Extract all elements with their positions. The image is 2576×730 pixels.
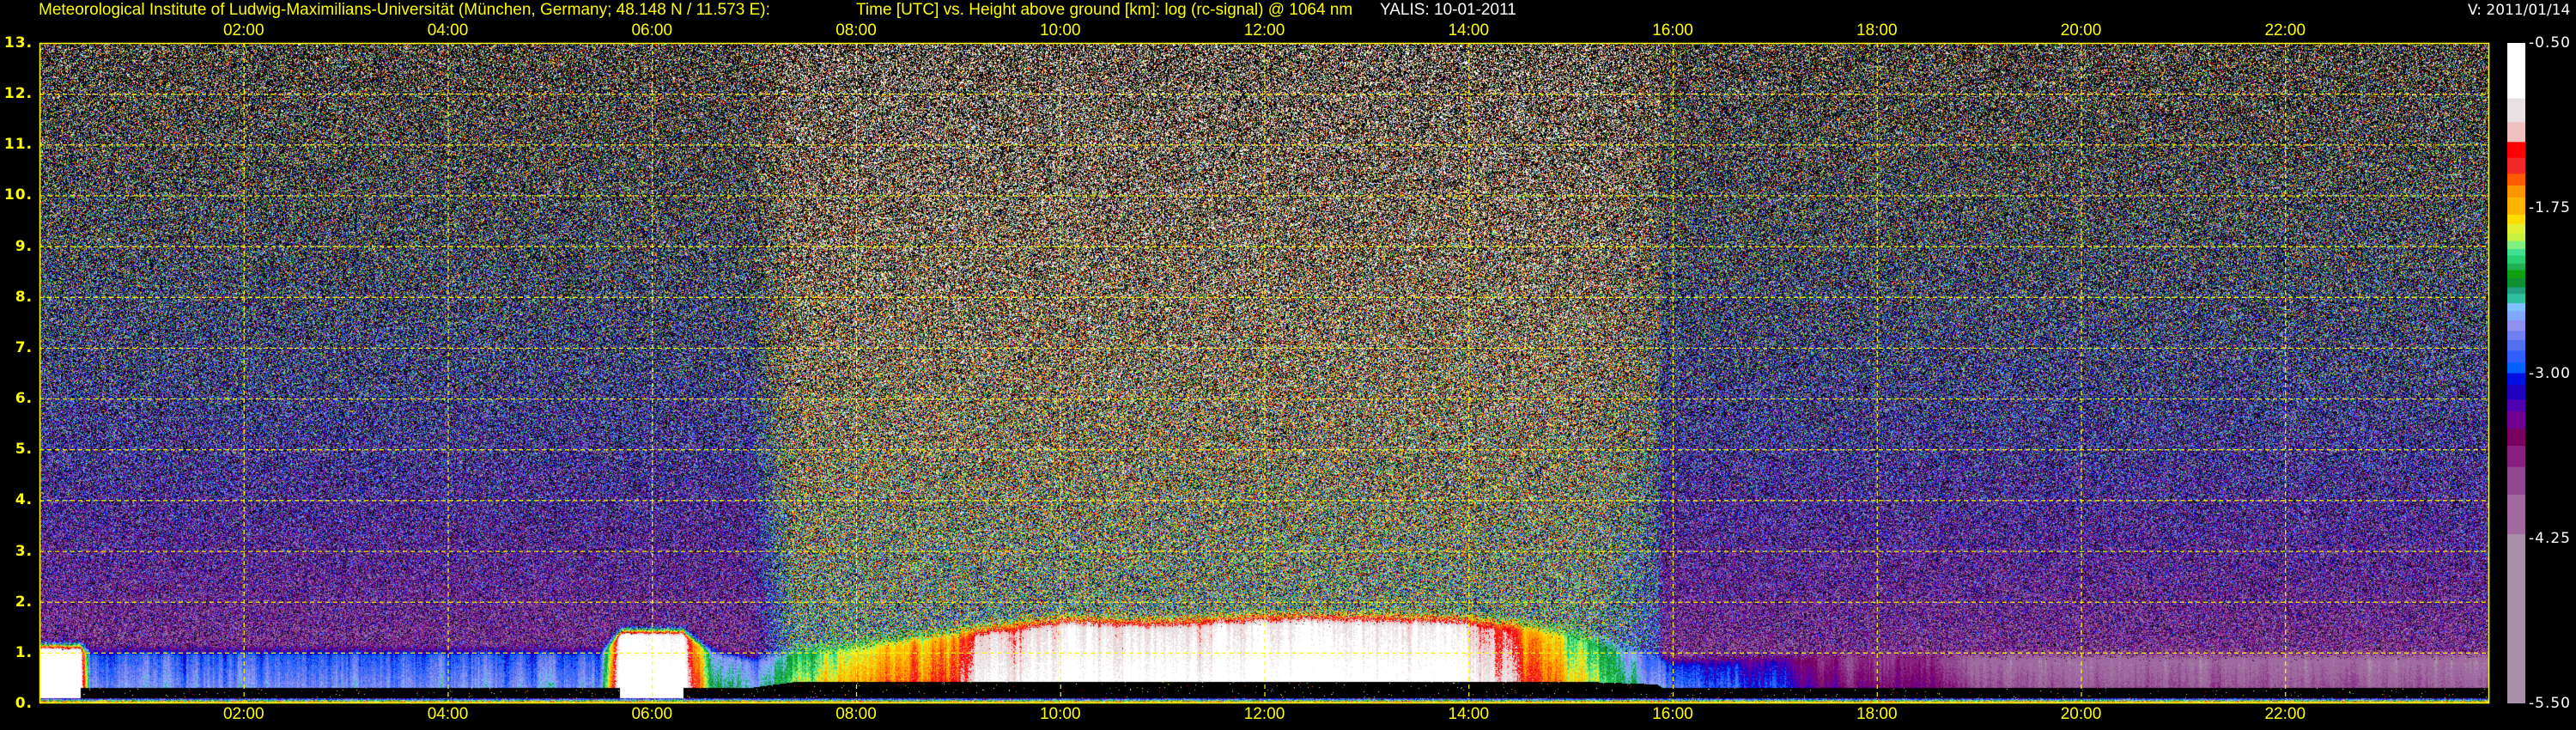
y-tick-label: 4. [15, 491, 33, 509]
colorbar-segment [2507, 294, 2525, 304]
y-tick-label: 0. [15, 695, 33, 712]
colorbar-segment [2507, 233, 2525, 242]
x-tick-label-bottom: 14:00 [1448, 705, 1490, 723]
colorbar-segment [2507, 122, 2525, 143]
colorbar-segment [2507, 429, 2525, 447]
colorbar-segment [2507, 340, 2525, 351]
colorbar-segment [2507, 186, 2525, 198]
x-tick-label-bottom: 06:00 [631, 705, 673, 723]
colorbar-segment [2507, 173, 2525, 186]
colorbar-tick-label: -5.50 [2529, 695, 2571, 712]
colorbar-segment [2507, 277, 2525, 289]
y-tick-label: 9. [15, 237, 33, 255]
y-tick-label: 5. [15, 441, 33, 459]
plot-grid [39, 42, 2490, 704]
colorbar-segment [2507, 255, 2525, 265]
x-tick-label-bottom: 08:00 [835, 705, 877, 723]
x-tick-label-bottom: 22:00 [2264, 705, 2306, 723]
y-tick-label: 13. [3, 34, 33, 52]
colorbar-segment [2507, 411, 2525, 429]
x-tick-label-top: 18:00 [1856, 21, 1898, 40]
colorbar-segment [2507, 263, 2525, 271]
colorbar-tick-label: -1.75 [2529, 199, 2571, 217]
x-tick-label-bottom: 12:00 [1243, 705, 1285, 723]
institute-label: Meteorological Institute of Ludwig-Maxim… [39, 1, 770, 19]
lidar-heatmap [39, 42, 2490, 704]
colorbar-segment [2507, 43, 2525, 100]
colorbar-segment [2507, 270, 2525, 279]
colorbar-segment [2507, 362, 2525, 374]
colorbar-segment [2507, 157, 2525, 174]
colorbar-tick-label: -3.00 [2529, 364, 2571, 382]
colorbar-segment [2507, 534, 2525, 703]
x-tick-label-top: 02:00 [222, 21, 264, 40]
plot-border [39, 42, 2490, 704]
colorbar-segment [2507, 331, 2525, 341]
x-tick-label-top: 16:00 [1652, 21, 1693, 40]
x-tick-label-bottom: 02:00 [222, 705, 264, 723]
y-tick-label: 2. [15, 593, 33, 611]
x-tick-label-bottom: 16:00 [1652, 705, 1693, 723]
colorbar-segment [2507, 399, 2525, 412]
x-tick-label-top: 20:00 [2060, 21, 2102, 40]
y-tick-label: 8. [15, 288, 33, 306]
chart-title: Time [UTC] vs. Height above ground [km]:… [856, 1, 1353, 19]
colorbar-segment [2507, 311, 2525, 321]
colorbar-segment [2507, 142, 2525, 159]
colorbar-segment [2507, 240, 2525, 250]
colorbar-segment [2507, 302, 2525, 312]
x-tick-label-top: 06:00 [631, 21, 673, 40]
y-tick-label: 10. [3, 186, 33, 204]
x-tick-label-top: 12:00 [1243, 21, 1285, 40]
colorbar-segment [2507, 319, 2525, 332]
y-tick-label: 3. [15, 542, 33, 560]
colorbar-segment [2507, 287, 2525, 295]
colorbar-tick-label: -0.50 [2529, 34, 2571, 52]
x-tick-label-top: 04:00 [427, 21, 469, 40]
x-tick-label-bottom: 20:00 [2060, 705, 2102, 723]
y-tick-label: 12. [3, 85, 33, 103]
colorbar-segment [2507, 248, 2525, 257]
colorbar-segment [2507, 385, 2525, 400]
x-tick-label-top: 08:00 [835, 21, 877, 40]
colorbar-segment [2507, 223, 2525, 234]
colorbar-segment [2507, 98, 2525, 123]
y-tick-label: 6. [15, 390, 33, 408]
colorbar-segment [2507, 466, 2525, 496]
instrument-date-label: YALIS: 10-01-2011 [1380, 1, 1516, 19]
colorbar-segment [2507, 214, 2525, 225]
x-tick-label-top: 14:00 [1448, 21, 1490, 40]
version-label: V: 2011/01/14 [2468, 2, 2571, 19]
colorbar-segment [2507, 373, 2525, 386]
x-tick-label-top: 10:00 [1039, 21, 1081, 40]
x-tick-label-bottom: 04:00 [427, 705, 469, 723]
y-tick-label: 7. [15, 338, 33, 356]
x-tick-label-top: 22:00 [2264, 21, 2306, 40]
colorbar-tick-label: -4.25 [2529, 529, 2571, 547]
x-tick-label-bottom: 10:00 [1039, 705, 1081, 723]
colorbar-segment [2507, 446, 2525, 468]
y-tick-label: 11. [3, 136, 33, 154]
x-tick-label-bottom: 18:00 [1856, 705, 1898, 723]
y-tick-label: 1. [15, 643, 33, 661]
colorbar-segment [2507, 197, 2525, 216]
colorbar [2507, 43, 2525, 703]
colorbar-segment [2507, 494, 2525, 535]
colorbar-segment [2507, 350, 2525, 363]
